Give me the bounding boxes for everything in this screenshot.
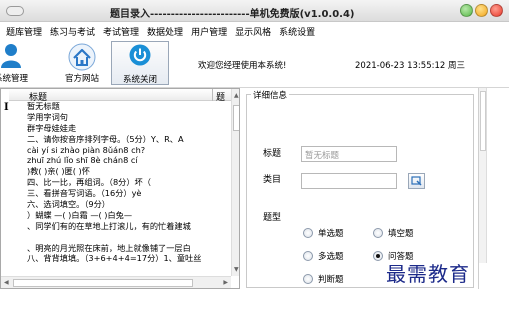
list-item[interactable]: 、同学们有的在草地上打滚儿，有的忙着建城 — [25, 221, 231, 232]
list-item[interactable]: 八、背背填填。（3+6+4+4=17分）1、童吐丝 — [25, 253, 231, 264]
scroll-down-arrow-icon[interactable]: ▼ — [234, 266, 239, 273]
menu-exam-management[interactable]: 考试管理 — [99, 22, 143, 38]
type-radio-single[interactable]: 单选题 — [303, 227, 344, 239]
menu-data-processing[interactable]: 数据处理 — [143, 22, 187, 38]
right-scroll-thumb[interactable] — [480, 91, 486, 151]
list-item[interactable]: 二、请你按音序排列字母。（5分）Y、R、A — [25, 134, 231, 145]
system-management-label: 系统管理 — [0, 74, 28, 84]
close-button[interactable] — [490, 4, 503, 17]
list-item[interactable]: 群字母娃娃走 — [25, 123, 231, 134]
toolbar: 系统管理 官方网站 系统关闭 欢迎您经理使用本系统! 2021-06-23 13… — [0, 38, 509, 88]
category-picker-button[interactable] — [408, 173, 425, 189]
datetime-display: 2021-06-23 13:55:12 周三 — [355, 61, 465, 71]
horizontal-scroll-thumb[interactable] — [13, 279, 193, 287]
list-item[interactable]: 、明亮的月光照在床前，地上就像铺了一层白 — [25, 243, 231, 254]
title-input[interactable]: 暂无标题 — [301, 146, 397, 162]
select-arrow-icon — [411, 176, 422, 186]
column-divider[interactable] — [212, 89, 213, 101]
user-icon — [1, 44, 21, 68]
system-close-button[interactable]: 系统关闭 — [111, 41, 169, 85]
watermark-logo: 最需教育 — [386, 262, 470, 286]
menu-bar: 题库管理 练习与考试 考试管理 数据处理 用户管理 显示风格 系统设置 — [0, 22, 509, 38]
power-icon — [129, 44, 151, 66]
radio-circle-icon — [303, 251, 313, 261]
detail-legend: 详细信息 — [251, 89, 290, 101]
menu-user-management[interactable]: 用户管理 — [187, 22, 231, 38]
list-item[interactable]: ）蝴蝶 —( )白霜 —( )白兔— — [25, 210, 231, 221]
radio-circle-icon — [303, 274, 313, 284]
system-menu-button[interactable] — [6, 6, 24, 16]
official-site-button[interactable]: 官方网站 — [53, 41, 111, 85]
minimize-button[interactable] — [460, 4, 473, 17]
official-site-label: 官方网站 — [64, 74, 99, 84]
list-header: 标题 题 — [9, 89, 231, 103]
menu-question-bank[interactable]: 题库管理 — [2, 22, 46, 38]
scroll-left-arrow-icon[interactable]: ◀ — [4, 279, 9, 286]
radio-circle-icon — [373, 228, 383, 238]
scroll-up-arrow-icon[interactable]: ▲ — [234, 92, 239, 99]
list-item[interactable]: 四、比一比，再组词。（8分）坏（ — [25, 177, 231, 188]
list-item[interactable]: 三、看拼音写词语。（16分）yè — [25, 188, 231, 199]
list-item[interactable]: zhuī zhú lǐo shī 8è chán8 cí — [25, 155, 231, 166]
category-label: 类目 — [263, 175, 282, 185]
list-item[interactable]: 暂无标题 — [25, 101, 231, 112]
text-cursor-icon: I — [4, 102, 9, 113]
type-radio-multiple[interactable]: 多选题 — [303, 250, 344, 262]
scroll-right-arrow-icon[interactable]: ▶ — [223, 279, 228, 286]
list-item[interactable]: cài yí si zhào piàn 8ǔán8 ch? — [25, 145, 231, 156]
right-panel — [478, 88, 509, 289]
menu-practice-exam[interactable]: 练习与考试 — [46, 22, 99, 38]
window-title: 题目录入------------------------单机免费版(v1.0.0… — [110, 9, 355, 20]
radio-circle-icon — [303, 228, 313, 238]
type-label: 题型 — [263, 213, 282, 223]
title-label: 标题 — [263, 149, 282, 159]
category-input[interactable] — [301, 173, 397, 189]
title-bar: 题目录入------------------------单机免费版(v1.0.0… — [0, 0, 509, 22]
list-rows: 暂无标题 学用字词句 群字母娃娃走 二、请你按音序排列字母。（5分）Y、R、A … — [25, 101, 231, 287]
list-item[interactable] — [25, 232, 231, 243]
radio-selected-icon — [373, 251, 383, 261]
list-item[interactable]: 学用字词句 — [25, 112, 231, 123]
system-close-label: 系统关闭 — [122, 75, 157, 85]
maximize-button[interactable] — [475, 4, 488, 17]
menu-system-settings[interactable]: 系统设置 — [275, 22, 319, 38]
list-vertical-scrollbar[interactable]: ▲ ▼ — [231, 89, 239, 276]
list-item[interactable]: )教( )亲( )匿( )怀 — [25, 166, 231, 177]
system-management-button[interactable]: 系统管理 — [0, 41, 40, 85]
home-icon — [68, 43, 96, 71]
question-list: 标题 题 I 暂无标题 学用字词句 群字母娃娃走 二、请你按音序排列字母。（5分… — [0, 88, 240, 289]
list-horizontal-scrollbar[interactable]: ◀ ▶ — [1, 276, 231, 288]
type-radio-truefalse[interactable]: 判断题 — [303, 273, 344, 285]
right-panel-scrollbar[interactable] — [479, 88, 487, 263]
vertical-scroll-thumb[interactable] — [233, 105, 239, 131]
welcome-message: 欢迎您经理使用本系统! — [198, 61, 287, 71]
type-radio-fill[interactable]: 填空题 — [373, 227, 414, 239]
menu-display-style[interactable]: 显示风格 — [231, 22, 275, 38]
list-item[interactable]: 六、选词填空。（9分） — [25, 199, 231, 210]
